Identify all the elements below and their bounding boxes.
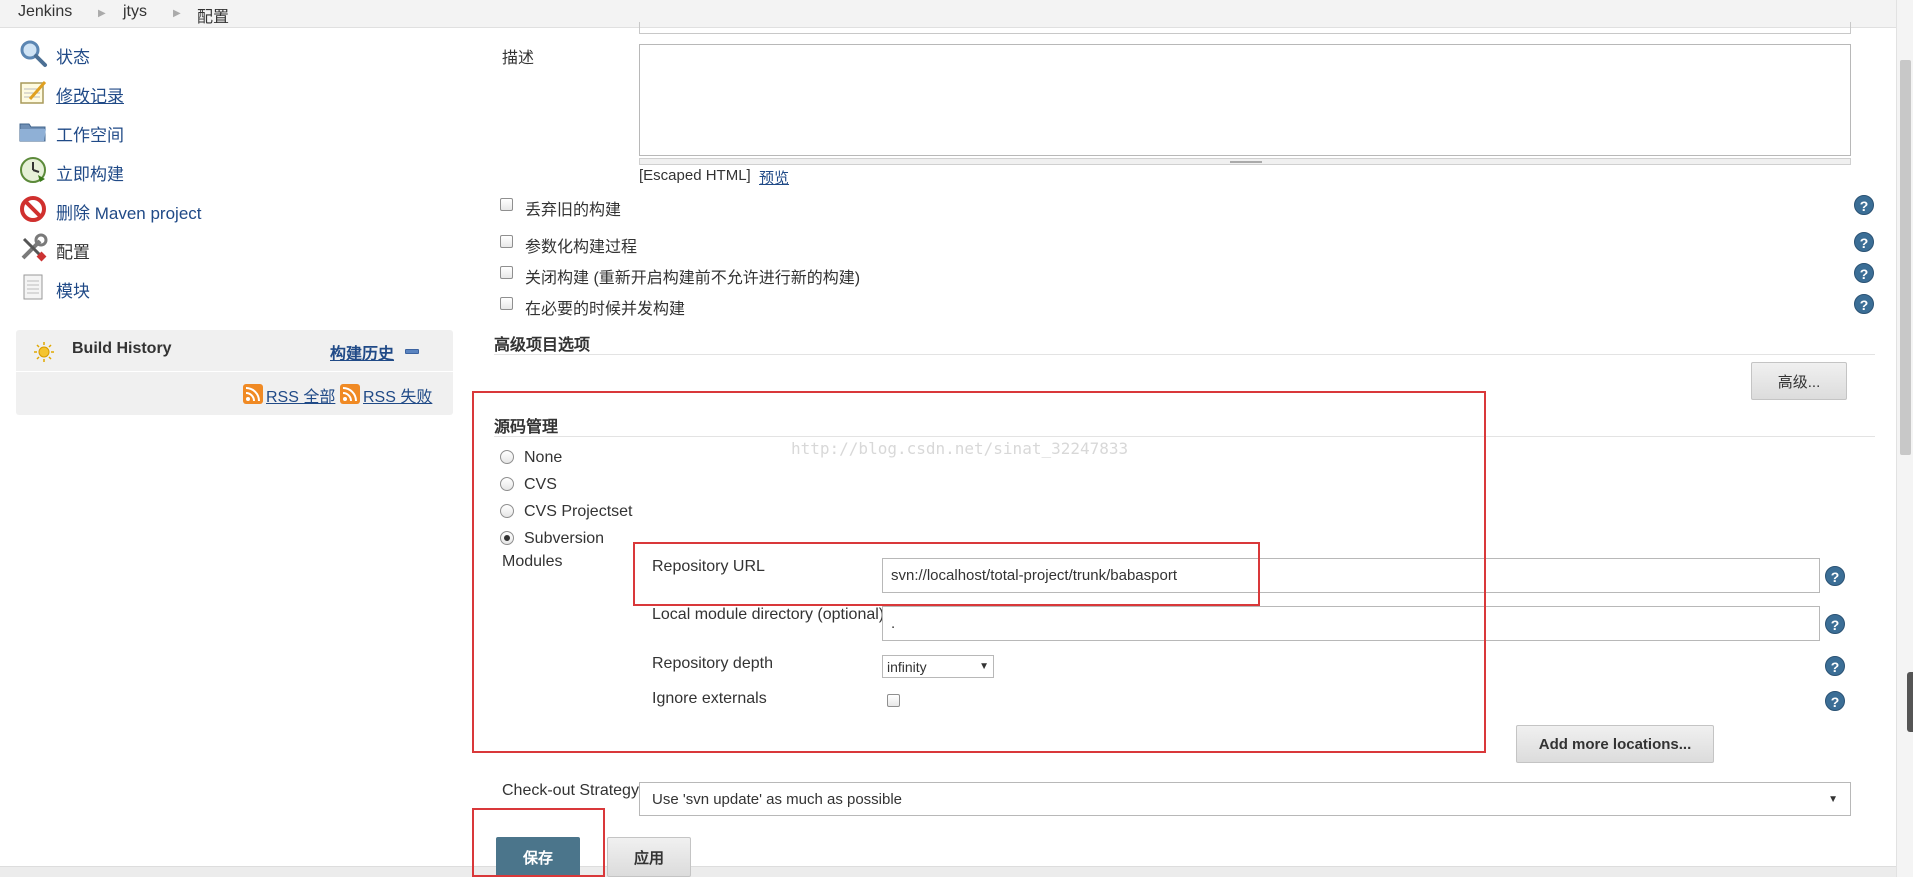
tools-icon [21, 233, 48, 262]
help-icon[interactable]: ? [1854, 294, 1874, 314]
build-history-trend-link[interactable]: 构建历史 [330, 340, 394, 364]
breadcrumb-separator-icon: ▶ [173, 8, 181, 19]
dropdown-arrow-icon: ▼ [979, 661, 989, 672]
scm-cvs-radio[interactable] [500, 477, 514, 491]
description-textarea[interactable] [639, 44, 1851, 156]
repository-url-input[interactable]: svn://localhost/total-project/trunk/baba… [882, 558, 1820, 593]
help-icon[interactable]: ? [1825, 656, 1845, 676]
build-clock-icon [20, 157, 46, 183]
help-icon[interactable]: ? [1825, 566, 1845, 586]
modules-label: Modules [502, 553, 563, 570]
parameterized-build-label: 参数化构建过程 [525, 239, 638, 256]
sidebar-task-label: 工作空间 [56, 126, 124, 145]
textarea-resize-handle[interactable] [639, 158, 1851, 165]
discard-old-builds-label: 丢弃旧的构建 [525, 202, 622, 219]
ignore-externals-label: Ignore externals [652, 690, 767, 707]
parameterized-build-checkbox[interactable] [500, 235, 513, 248]
scm-subversion-label: Subversion [524, 530, 605, 547]
sidebar-task-label: 状态 [56, 48, 90, 67]
breadcrumb-separator-icon: ▶ [98, 8, 106, 19]
help-icon[interactable]: ? [1854, 195, 1874, 215]
sidebar-task-delete-project[interactable]: 删除 Maven project [18, 194, 418, 228]
sidebar-task-configure[interactable]: 配置 [18, 233, 418, 267]
save-button[interactable]: 保存 [496, 837, 580, 877]
no-entry-icon [20, 196, 46, 222]
apply-button[interactable]: 应用 [607, 837, 691, 877]
rss-failed-link[interactable]: RSS 失败 [363, 383, 432, 407]
scm-cvs-projectset-label: CVS Projectset [524, 503, 633, 520]
build-history-header: Build History 构建历史 [16, 330, 453, 372]
build-history-widget: Build History 构建历史 RSS 全部 RSS 失败 [16, 330, 453, 415]
repository-url-label: Repository URL [652, 558, 765, 575]
disable-build-checkbox[interactable] [500, 266, 513, 279]
checkout-strategy-select[interactable]: Use 'svn update' as much as possible ▼ [639, 782, 1851, 816]
repository-depth-label: Repository depth [652, 655, 773, 672]
disable-build-label: 关闭构建 (重新开启构建前不允许进行新的构建) [525, 270, 861, 287]
discard-old-builds-checkbox[interactable] [500, 198, 513, 211]
section-divider [494, 436, 1875, 437]
scm-section-title: 源码管理 [494, 419, 559, 436]
folder-icon [19, 123, 46, 142]
bottom-button-bar [0, 866, 1896, 877]
notepad-icon [20, 81, 47, 104]
help-icon[interactable]: ? [1854, 232, 1874, 252]
scm-none-label: None [524, 449, 563, 466]
repository-depth-select[interactable]: infinity ▼ [882, 655, 994, 678]
help-icon[interactable]: ? [1825, 614, 1845, 634]
sidebar-task-build-now[interactable]: 立即构建 [18, 155, 418, 189]
escaped-html-label: [Escaped HTML] [639, 167, 751, 184]
rss-icon[interactable] [243, 384, 263, 404]
sun-icon [34, 342, 54, 362]
checkout-strategy-value: Use 'svn update' as much as possible [652, 790, 903, 808]
preview-link[interactable]: 预览 [759, 167, 789, 188]
scm-cvs-label: CVS [524, 476, 557, 493]
repository-depth-value: infinity [887, 658, 927, 675]
concurrent-build-label: 在必要的时候并发构建 [525, 301, 686, 318]
side-handle[interactable] [1907, 672, 1913, 732]
sidebar-task-label: 修改记录 [56, 87, 124, 106]
advanced-button[interactable]: 高级... [1751, 362, 1847, 400]
help-icon[interactable]: ? [1825, 691, 1845, 711]
build-history-title: Build History [72, 340, 172, 357]
rss-icon[interactable] [340, 384, 360, 404]
sidebar-task-status[interactable]: 状态 [18, 38, 418, 72]
checkout-strategy-label: Check-out Strategy [502, 782, 639, 799]
local-module-directory-input[interactable]: . [882, 606, 1820, 641]
scm-cvs-projectset-radio[interactable] [500, 504, 514, 518]
search-icon [20, 40, 47, 67]
breadcrumb-jenkins[interactable]: Jenkins [18, 3, 72, 21]
rss-all-link[interactable]: RSS 全部 [266, 383, 335, 407]
vertical-scrollbar[interactable] [1896, 0, 1913, 877]
breadcrumb-jtys[interactable]: jtys [123, 3, 147, 21]
scrollbar-thumb[interactable] [1900, 60, 1911, 455]
dropdown-arrow-icon: ▼ [1828, 793, 1838, 805]
breadcrumb-config[interactable]: 配置 [197, 3, 229, 27]
sidebar-task-label: 立即构建 [56, 165, 124, 184]
advanced-project-options-title: 高级项目选项 [494, 337, 591, 354]
description-label: 描述 [502, 50, 535, 67]
sidebar-task-modules[interactable]: 模块 [18, 272, 418, 306]
scm-subversion-radio[interactable] [500, 531, 514, 545]
sidebar-task-label: 删除 Maven project [56, 204, 202, 223]
watermark-text: http://blog.csdn.net/sinat_32247833 [791, 439, 1129, 458]
section-divider [494, 354, 1875, 355]
sidebar-task-changes[interactable]: 修改记录 [18, 77, 418, 111]
sidebar-task-label: 模块 [56, 282, 90, 301]
document-icon [23, 274, 43, 300]
scm-none-radio[interactable] [500, 450, 514, 464]
sidebar-task-workspace[interactable]: 工作空间 [18, 116, 418, 150]
ignore-externals-checkbox[interactable] [887, 694, 900, 707]
local-module-directory-label: Local module directory (optional) [652, 606, 885, 623]
sidebar-task-label: 配置 [56, 243, 90, 262]
collapse-icon[interactable] [405, 349, 419, 354]
help-icon[interactable]: ? [1854, 263, 1874, 283]
add-more-locations-button[interactable]: Add more locations... [1516, 725, 1714, 763]
concurrent-build-checkbox[interactable] [500, 297, 513, 310]
project-name-input[interactable] [639, 22, 1851, 34]
